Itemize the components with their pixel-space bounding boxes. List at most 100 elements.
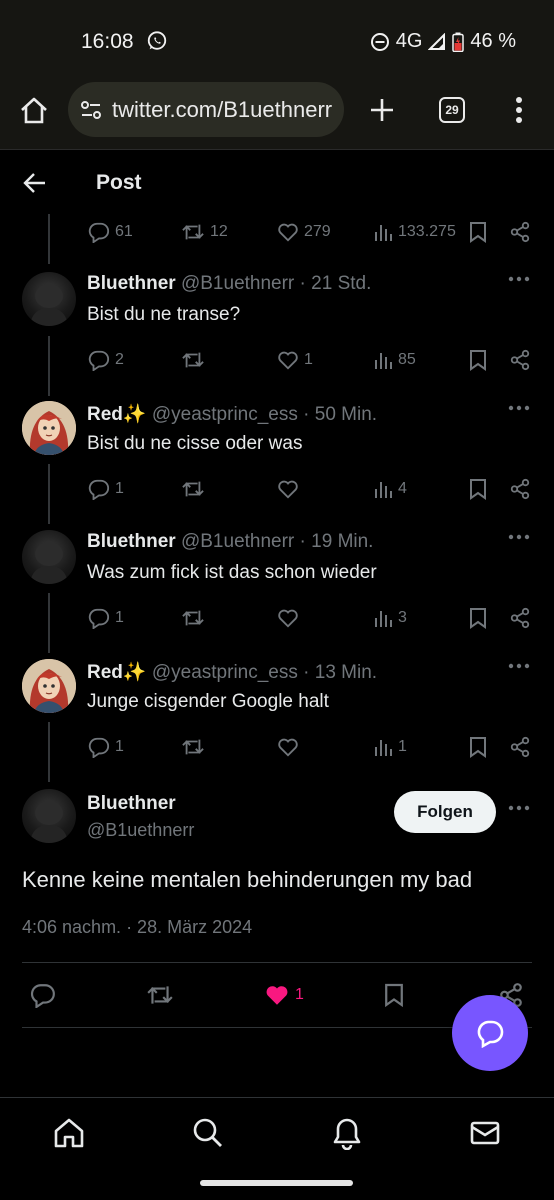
chat-bubble-icon — [477, 1020, 504, 1048]
author-handle[interactable]: @B1uethnerr — [87, 820, 194, 841]
battery-icon — [452, 32, 465, 52]
home-nav-icon[interactable] — [52, 1116, 86, 1150]
more-options-icon[interactable] — [508, 534, 530, 540]
post-header: Post — [0, 150, 554, 214]
reply-button[interactable]: 2 — [88, 348, 124, 372]
gesture-bar[interactable] — [200, 1180, 353, 1186]
views-icon — [375, 482, 392, 498]
reply-button[interactable]: 61 — [88, 220, 133, 244]
author-handle[interactable]: @B1uethnerr — [181, 531, 294, 552]
like-button[interactable] — [277, 477, 304, 501]
like-button[interactable]: 1 — [277, 348, 313, 372]
share-button[interactable] — [509, 477, 531, 501]
bookmark-button[interactable] — [469, 735, 487, 759]
view-count: 85 — [398, 351, 416, 368]
back-arrow-icon[interactable] — [22, 170, 48, 196]
repost-button[interactable]: 12 — [181, 220, 228, 244]
author-handle[interactable]: @B1uethnerr — [181, 273, 294, 294]
views-button[interactable]: 1 — [373, 735, 407, 759]
like-button[interactable] — [277, 606, 304, 630]
author-name[interactable]: Bluethner — [87, 793, 176, 815]
author-handle[interactable]: @yeastprinc_ess — [152, 404, 298, 425]
author-handle[interactable]: @yeastprinc_ess — [152, 662, 298, 683]
reply-button[interactable]: 1 — [88, 735, 124, 759]
repost-icon — [182, 739, 204, 755]
share-button[interactable] — [509, 220, 531, 244]
repost-button[interactable] — [181, 477, 210, 501]
bookmark-button[interactable] — [469, 348, 487, 372]
avatar[interactable] — [22, 272, 76, 326]
bookmark-icon — [470, 479, 486, 500]
whatsapp-icon — [146, 30, 168, 52]
views-icon — [375, 225, 392, 241]
views-button[interactable]: 85 — [373, 348, 416, 372]
reply-icon — [88, 222, 110, 243]
home-icon[interactable] — [18, 95, 50, 127]
messages-fab[interactable] — [452, 995, 528, 1071]
heart-icon — [278, 480, 298, 499]
share-button[interactable] — [509, 606, 531, 630]
bottom-navigation — [0, 1097, 554, 1200]
views-button[interactable]: 4 — [373, 477, 407, 501]
reply-button[interactable]: 1 — [88, 477, 124, 501]
tab-switcher-button[interactable]: 29 — [439, 97, 465, 123]
reply-button[interactable] — [30, 983, 56, 1008]
bookmark-icon — [470, 608, 486, 629]
reply-time: · 21 Std. — [299, 273, 372, 294]
share-button[interactable] — [509, 348, 531, 372]
avatar[interactable] — [22, 401, 76, 455]
more-options-icon[interactable] — [508, 663, 530, 669]
like-button[interactable] — [277, 735, 304, 759]
reply-icon — [88, 350, 110, 371]
more-options-icon[interactable] — [508, 805, 530, 811]
repost-button[interactable] — [181, 606, 210, 630]
reply-icon — [88, 608, 110, 629]
views-button[interactable]: 133.275 — [373, 220, 456, 244]
bookmark-icon — [470, 737, 486, 758]
repost-button[interactable] — [181, 735, 210, 759]
bookmark-button[interactable] — [469, 220, 487, 244]
avatar[interactable] — [22, 789, 76, 843]
like-count: 1 — [295, 986, 304, 1003]
share-button[interactable] — [509, 735, 531, 759]
like-button[interactable]: 1 — [264, 983, 304, 1007]
author-name[interactable]: Bluethner — [87, 531, 176, 552]
more-options-icon[interactable] — [508, 405, 530, 411]
messages-envelope-icon[interactable] — [468, 1116, 502, 1150]
author-name[interactable]: Bluethner — [87, 273, 176, 294]
reply-button[interactable]: 1 — [88, 606, 124, 630]
status-bar: 16:08 4G 46 % — [0, 0, 554, 78]
repost-icon — [182, 224, 204, 240]
reply-count: 1 — [115, 609, 124, 626]
post-timestamp[interactable]: 4:06 nachm. · 28. März 2024 — [22, 917, 252, 938]
battery-label: 46 % — [470, 30, 516, 52]
bookmark-button[interactable] — [469, 477, 487, 501]
url-bar[interactable]: twitter.com/B1uethnerr — [68, 82, 344, 137]
view-count: 1 — [398, 738, 407, 755]
bookmark-button[interactable] — [469, 606, 487, 630]
like-button[interactable]: 279 — [277, 220, 331, 244]
follow-button[interactable]: Folgen — [394, 791, 496, 833]
more-menu-icon[interactable] — [515, 96, 523, 124]
views-icon — [375, 740, 392, 756]
repost-button[interactable] — [181, 348, 210, 372]
search-icon[interactable] — [191, 1116, 225, 1150]
url-text[interactable]: twitter.com/B1uethnerr — [112, 97, 332, 123]
reply-actions: 2 1 85 — [0, 348, 554, 376]
bookmark-button[interactable] — [384, 983, 404, 1008]
new-tab-icon[interactable] — [368, 96, 396, 124]
reply-time: · 50 Min. — [303, 404, 378, 425]
heart-icon — [278, 609, 298, 628]
site-settings-icon[interactable] — [80, 99, 102, 121]
views-button[interactable]: 3 — [373, 606, 407, 630]
more-options-icon[interactable] — [508, 276, 530, 282]
reply-time: · 13 Min. — [303, 662, 378, 683]
avatar[interactable] — [22, 659, 76, 713]
avatar[interactable] — [22, 530, 76, 584]
view-count: 3 — [398, 609, 407, 626]
author-name[interactable]: Red✨ — [87, 404, 147, 425]
notifications-bell-icon[interactable] — [330, 1116, 364, 1150]
page-title: Post — [96, 171, 142, 194]
repost-button[interactable] — [146, 983, 174, 1007]
author-name[interactable]: Red✨ — [87, 662, 147, 683]
